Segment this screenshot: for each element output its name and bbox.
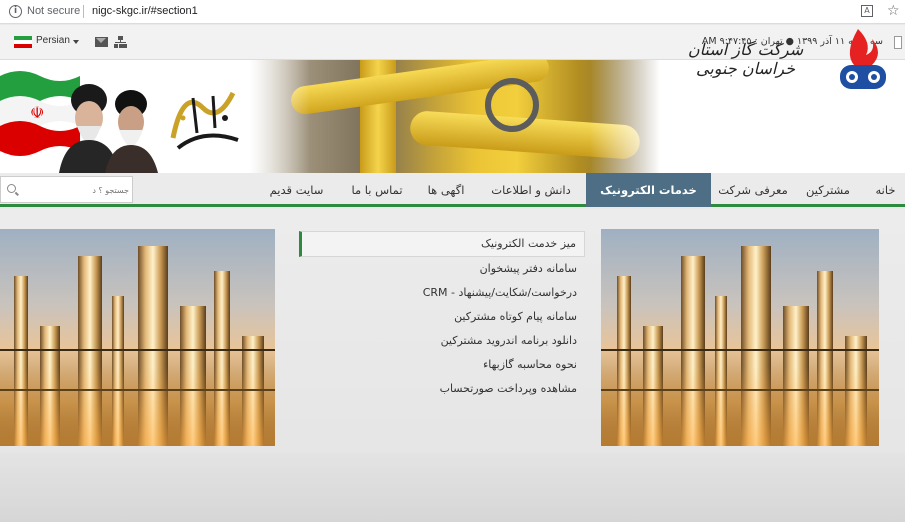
refinery-image-right — [601, 229, 879, 446]
sitemap-icon[interactable] — [114, 36, 127, 48]
menu-item-e-service-desk[interactable]: میز خدمت الکترونیک — [299, 231, 585, 257]
leader-portraits-image — [59, 84, 158, 173]
menu-item-crm[interactable]: درخواست/شکایت/پیشنهاد - CRM — [299, 281, 585, 305]
chevron-down-icon[interactable] — [73, 40, 79, 44]
nav-item-ads[interactable]: اگهی ها — [416, 173, 476, 207]
search-icon[interactable] — [7, 184, 16, 193]
main-navigation: خانه مشترکین معرفی شرکت خدمات الکترونیک … — [0, 173, 905, 207]
iran-flag-icon[interactable] — [14, 36, 32, 48]
nigc-flame-logo[interactable] — [832, 25, 894, 95]
company-name: شرکت گاز استان خراسان جنوبی — [687, 40, 804, 78]
url-field[interactable]: nigc-skgc.ir/#section1 — [92, 5, 198, 17]
nav-item-knowledge[interactable]: دانش و اطلاعات — [477, 173, 585, 207]
menu-item-android-app[interactable]: دانلود برنامه اندروید مشترکین — [299, 329, 585, 353]
browser-address-bar: i Not secure nigc-skgc.ir/#section1 A ☆ — [0, 0, 905, 24]
menu-item-counter-office[interactable]: سامانه دفتر پیشخوان — [299, 257, 585, 281]
star-icon[interactable]: ☆ — [887, 3, 900, 19]
refinery-image-left — [0, 229, 275, 446]
divider — [83, 5, 84, 18]
gas-pipes-banner-image — [250, 60, 660, 173]
translate-icon[interactable]: A — [861, 5, 873, 17]
nav-item-e-services[interactable]: خدمات الکترونیک — [586, 173, 711, 207]
slogan-calligraphy-logo — [170, 91, 239, 150]
nav-item-home[interactable]: خانه — [866, 173, 905, 207]
mail-icon[interactable] — [95, 37, 108, 47]
footer-decoration — [0, 452, 905, 522]
menu-item-sms-system[interactable]: سامانه پیام کوتاه مشترکین — [299, 305, 585, 329]
search-box[interactable] — [0, 176, 133, 203]
svg-text:☫: ☫ — [30, 103, 44, 122]
menu-item-view-pay-bill[interactable]: مشاهده وپرداخت صورتحساب — [299, 377, 585, 401]
scrollbar[interactable] — [894, 36, 902, 49]
e-services-menu: میز خدمت الکترونیک سامانه دفتر پیشخوان د… — [299, 231, 585, 401]
info-icon[interactable]: i — [9, 5, 22, 18]
menu-item-gas-bill-calculation[interactable]: نحوه محاسبه گازبهاء — [299, 353, 585, 377]
language-selector[interactable]: Persian — [36, 35, 70, 46]
nav-item-old-site[interactable]: سایت قدیم — [255, 173, 338, 207]
nav-item-subscribers[interactable]: مشترکین — [795, 173, 861, 207]
nav-item-about-company[interactable]: معرفی شرکت — [712, 173, 794, 207]
search-input[interactable] — [21, 181, 129, 199]
security-label[interactable]: Not secure — [27, 5, 80, 17]
nav-item-contact[interactable]: تماس با ما — [339, 173, 415, 207]
